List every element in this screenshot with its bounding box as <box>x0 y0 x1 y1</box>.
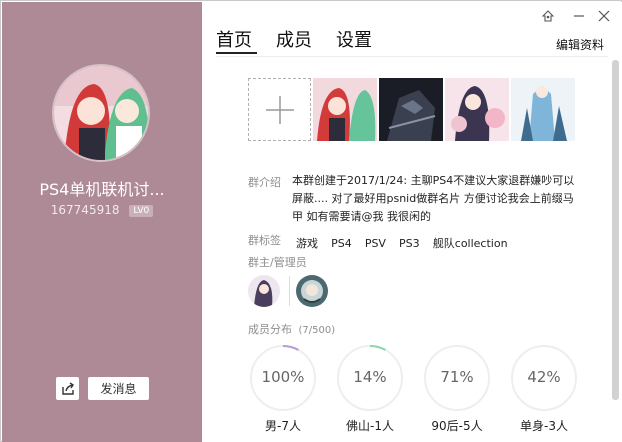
admin-divider <box>289 276 290 306</box>
stat-label: 90后-5人 <box>431 419 483 433</box>
plus-icon <box>265 95 294 124</box>
admin-avatar[interactable] <box>296 275 328 307</box>
tag-item[interactable]: 舰队collection <box>433 237 508 250</box>
level-badge: LV0 <box>129 205 154 217</box>
stat-ring-location[interactable]: 14% <box>336 344 404 412</box>
add-photo-button[interactable] <box>248 78 311 141</box>
group-profile-window: PS4单机联机讨... 167745918 LV0 发消息 首页 成员 设置 编 <box>0 0 622 442</box>
album-photo[interactable] <box>511 78 575 141</box>
group-id-row: 167745918 LV0 <box>2 203 202 217</box>
stat-label: 佛山-1人 <box>346 419 394 433</box>
intro-label: 群介绍 <box>248 176 281 189</box>
close-icon[interactable] <box>596 8 612 24</box>
share-button[interactable] <box>56 377 79 400</box>
album-photo[interactable] <box>313 78 377 141</box>
tag-item[interactable]: PS3 <box>399 237 420 250</box>
group-id: 167745918 <box>50 203 120 217</box>
intro-text: 本群创建于2017/1/24: 主聊PS4不建议大家退群嫌吵可以屏蔽.... 对… <box>292 174 575 223</box>
tab-members[interactable]: 成员 <box>276 26 312 52</box>
tag-item[interactable]: PSV <box>365 237 386 250</box>
edit-profile-link[interactable]: 编辑资料 <box>556 36 604 53</box>
group-avatar[interactable] <box>52 64 150 162</box>
stat-ring-single[interactable]: 42% <box>510 344 578 412</box>
album-photo[interactable] <box>445 78 509 141</box>
stat-percent: 42% <box>527 368 561 386</box>
album-photo[interactable] <box>379 78 443 141</box>
group-name: PS4单机联机讨... <box>39 180 165 199</box>
tag-item[interactable]: PS4 <box>331 237 352 250</box>
send-message-button[interactable]: 发消息 <box>88 377 149 400</box>
tab-settings[interactable]: 设置 <box>336 26 372 52</box>
stat-percent: 100% <box>261 368 305 386</box>
members-count: (7/500) <box>298 325 336 336</box>
active-tab-indicator <box>216 52 257 54</box>
stat-label: 单身-3人 <box>520 419 568 433</box>
tag-list: 游戏 PS4 PSV PS3 舰队collection <box>296 232 516 251</box>
members-label-text: 成员分布 <box>248 323 292 336</box>
stat-label: 男-7人 <box>265 419 301 433</box>
share-icon <box>61 381 74 395</box>
tag-item[interactable]: 游戏 <box>296 237 318 250</box>
stat-percent: 71% <box>440 368 474 386</box>
scrollbar[interactable] <box>612 60 619 400</box>
detail-panel: 首页 成员 设置 编辑资料 群介绍 本群创建于2017/1/24: 主聊PS4不… <box>202 2 622 442</box>
tab-home[interactable]: 首页 <box>216 26 252 52</box>
stat-ring-age[interactable]: 71% <box>423 344 491 412</box>
minimize-icon[interactable] <box>571 8 587 24</box>
tags-label: 群标签 <box>248 234 281 247</box>
stat-percent: 14% <box>353 368 387 386</box>
admins-label: 群主/管理员 <box>248 256 307 269</box>
tab-divider <box>216 56 608 57</box>
profile-panel: PS4单机联机讨... 167745918 LV0 发消息 <box>2 2 202 442</box>
stat-ring-gender[interactable]: 100% <box>249 344 317 412</box>
members-label: 成员分布 (7/500) <box>248 321 335 337</box>
skin-icon[interactable] <box>540 8 556 24</box>
owner-avatar[interactable] <box>248 275 280 307</box>
